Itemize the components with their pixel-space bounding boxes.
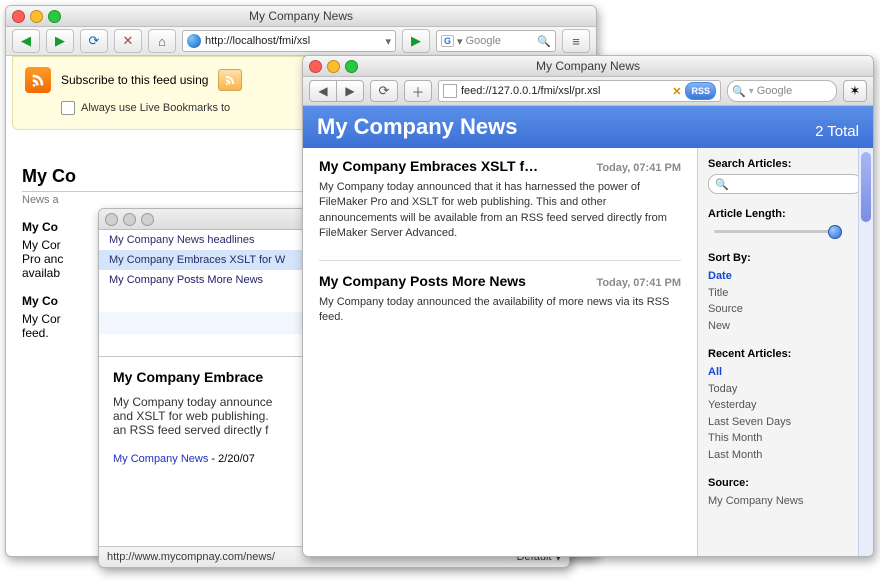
- feed-header: My Company News 2 Total: [303, 106, 873, 148]
- always-checkbox[interactable]: [61, 101, 75, 115]
- entry-title: My Company Embraces XSLT f…: [319, 158, 538, 174]
- entry-body: My Company today announced that it has h…: [319, 180, 681, 242]
- forward-button[interactable]: ▶: [337, 80, 364, 102]
- scrollbar-thumb[interactable]: [861, 152, 871, 222]
- search-icon[interactable]: 🔍: [537, 35, 551, 48]
- reload-button[interactable]: ⟳: [370, 80, 398, 102]
- zoom-icon[interactable]: [141, 213, 154, 226]
- feed-entry[interactable]: My Company Embraces XSLT f… Today, 07:41…: [319, 158, 681, 242]
- firefox-titlebar: My Company News: [6, 6, 596, 27]
- subscribe-target-button[interactable]: [218, 69, 242, 91]
- feed-total: 2 Total: [815, 123, 859, 140]
- scrollbar[interactable]: [858, 148, 873, 557]
- subscribe-text: Subscribe to this feed using: [61, 73, 208, 87]
- preview-date: 2/20/07: [218, 453, 255, 465]
- close-icon[interactable]: [105, 213, 118, 226]
- source-value[interactable]: My Company News: [708, 493, 848, 510]
- close-icon[interactable]: [12, 10, 25, 23]
- length-slider[interactable]: [708, 224, 848, 238]
- safari-window: My Company News ◀ ▶ ⟳ ＋ feed://127.0.0.1…: [302, 55, 874, 557]
- back-button[interactable]: ◀: [309, 80, 337, 102]
- address-text: http://localhost/fmi/xsl: [205, 35, 310, 47]
- add-bookmark-button[interactable]: ＋: [404, 80, 432, 102]
- search-field[interactable]: G ▾ Google 🔍: [436, 30, 556, 52]
- search-placeholder: Google: [757, 85, 792, 97]
- sidebar-search-input[interactable]: 🔍: [708, 174, 858, 194]
- nav-buttons: ◀ ▶: [309, 80, 364, 102]
- safari-toolbar: ◀ ▶ ⟳ ＋ feed://127.0.0.1/fmi/xsl/pr.xsl …: [303, 77, 873, 106]
- rss-chip[interactable]: RSS: [685, 82, 716, 100]
- sort-option[interactable]: Date: [708, 268, 848, 285]
- zoom-icon[interactable]: [345, 60, 358, 73]
- recent-option[interactable]: Today: [708, 381, 848, 398]
- safari-titlebar: My Company News: [303, 56, 873, 77]
- window-title: My Company News: [6, 9, 596, 23]
- page-icon: [443, 84, 457, 98]
- divider: [319, 260, 681, 261]
- go-button[interactable]: ▶: [402, 29, 430, 53]
- sort-option[interactable]: New: [708, 318, 848, 335]
- recent-option[interactable]: All: [708, 364, 848, 381]
- entry-body: My Company today announced the availabil…: [319, 295, 681, 326]
- window-title: My Company News: [303, 59, 873, 73]
- stop-button[interactable]: ✕: [114, 29, 142, 53]
- back-button[interactable]: ◀: [12, 29, 40, 53]
- slider-thumb[interactable]: [828, 225, 842, 239]
- reload-button[interactable]: ⟳: [80, 29, 108, 53]
- sort-option[interactable]: Title: [708, 285, 848, 302]
- address-bar[interactable]: http://localhost/fmi/xsl ▾: [182, 30, 396, 52]
- feed-entry[interactable]: My Company Posts More News Today, 07:41 …: [319, 273, 681, 326]
- feed-entries: My Company Embraces XSLT f… Today, 07:41…: [303, 148, 697, 557]
- stop-icon[interactable]: ✕: [672, 85, 681, 98]
- search-icon: 🔍: [715, 178, 729, 191]
- search-label: Search Articles:: [708, 158, 848, 170]
- address-text: feed://127.0.0.1/fmi/xsl/pr.xsl: [461, 85, 600, 97]
- search-icon: 🔍: [732, 85, 746, 98]
- entry-time: Today, 07:41 PM: [596, 162, 681, 174]
- home-button[interactable]: ⌂: [148, 29, 176, 53]
- menu-button[interactable]: ≡: [562, 29, 590, 53]
- address-bar[interactable]: feed://127.0.0.1/fmi/xsl/pr.xsl ✕ RSS: [438, 80, 721, 102]
- recent-label: Recent Articles:: [708, 348, 848, 360]
- always-label: Always use Live Bookmarks to: [81, 102, 230, 114]
- sort-label: Sort By:: [708, 252, 848, 264]
- source-label: Source:: [708, 477, 848, 489]
- recent-option[interactable]: Last Seven Days: [708, 414, 848, 431]
- article-body: My Cor Pro anc availab: [22, 238, 63, 280]
- minimize-icon[interactable]: [30, 10, 43, 23]
- sort-option[interactable]: Source: [708, 301, 848, 318]
- zoom-icon[interactable]: [48, 10, 61, 23]
- recent-option[interactable]: Yesterday: [708, 397, 848, 414]
- article-body: My Cor feed.: [22, 312, 61, 340]
- rss-icon: [25, 67, 51, 93]
- search-placeholder: Google: [466, 35, 501, 47]
- entry-title: My Company Posts More News: [319, 273, 526, 289]
- search-field[interactable]: 🔍 ▾ Google: [727, 80, 837, 102]
- search-engine-icon: G: [441, 35, 454, 47]
- firefox-toolbar: ◀ ▶ ⟳ ✕ ⌂ http://localhost/fmi/xsl ▾ ▶ G…: [6, 27, 596, 56]
- feed-title: My Company News: [317, 114, 518, 140]
- status-url: http://www.mycompnay.com/news/: [107, 551, 275, 563]
- forward-button[interactable]: ▶: [46, 29, 74, 53]
- minimize-icon[interactable]: [327, 60, 340, 73]
- recent-option[interactable]: Last Month: [708, 447, 848, 464]
- minimize-icon[interactable]: [123, 213, 136, 226]
- close-icon[interactable]: [309, 60, 322, 73]
- report-bug-button[interactable]: ✶: [843, 80, 867, 102]
- globe-icon: [187, 34, 201, 48]
- preview-source-link[interactable]: My Company News: [113, 453, 208, 465]
- recent-option[interactable]: This Month: [708, 430, 848, 447]
- feed-sidebar: Search Articles: 🔍 Article Length: Sort …: [697, 148, 858, 557]
- length-label: Article Length:: [708, 208, 848, 220]
- entry-time: Today, 07:41 PM: [596, 277, 681, 289]
